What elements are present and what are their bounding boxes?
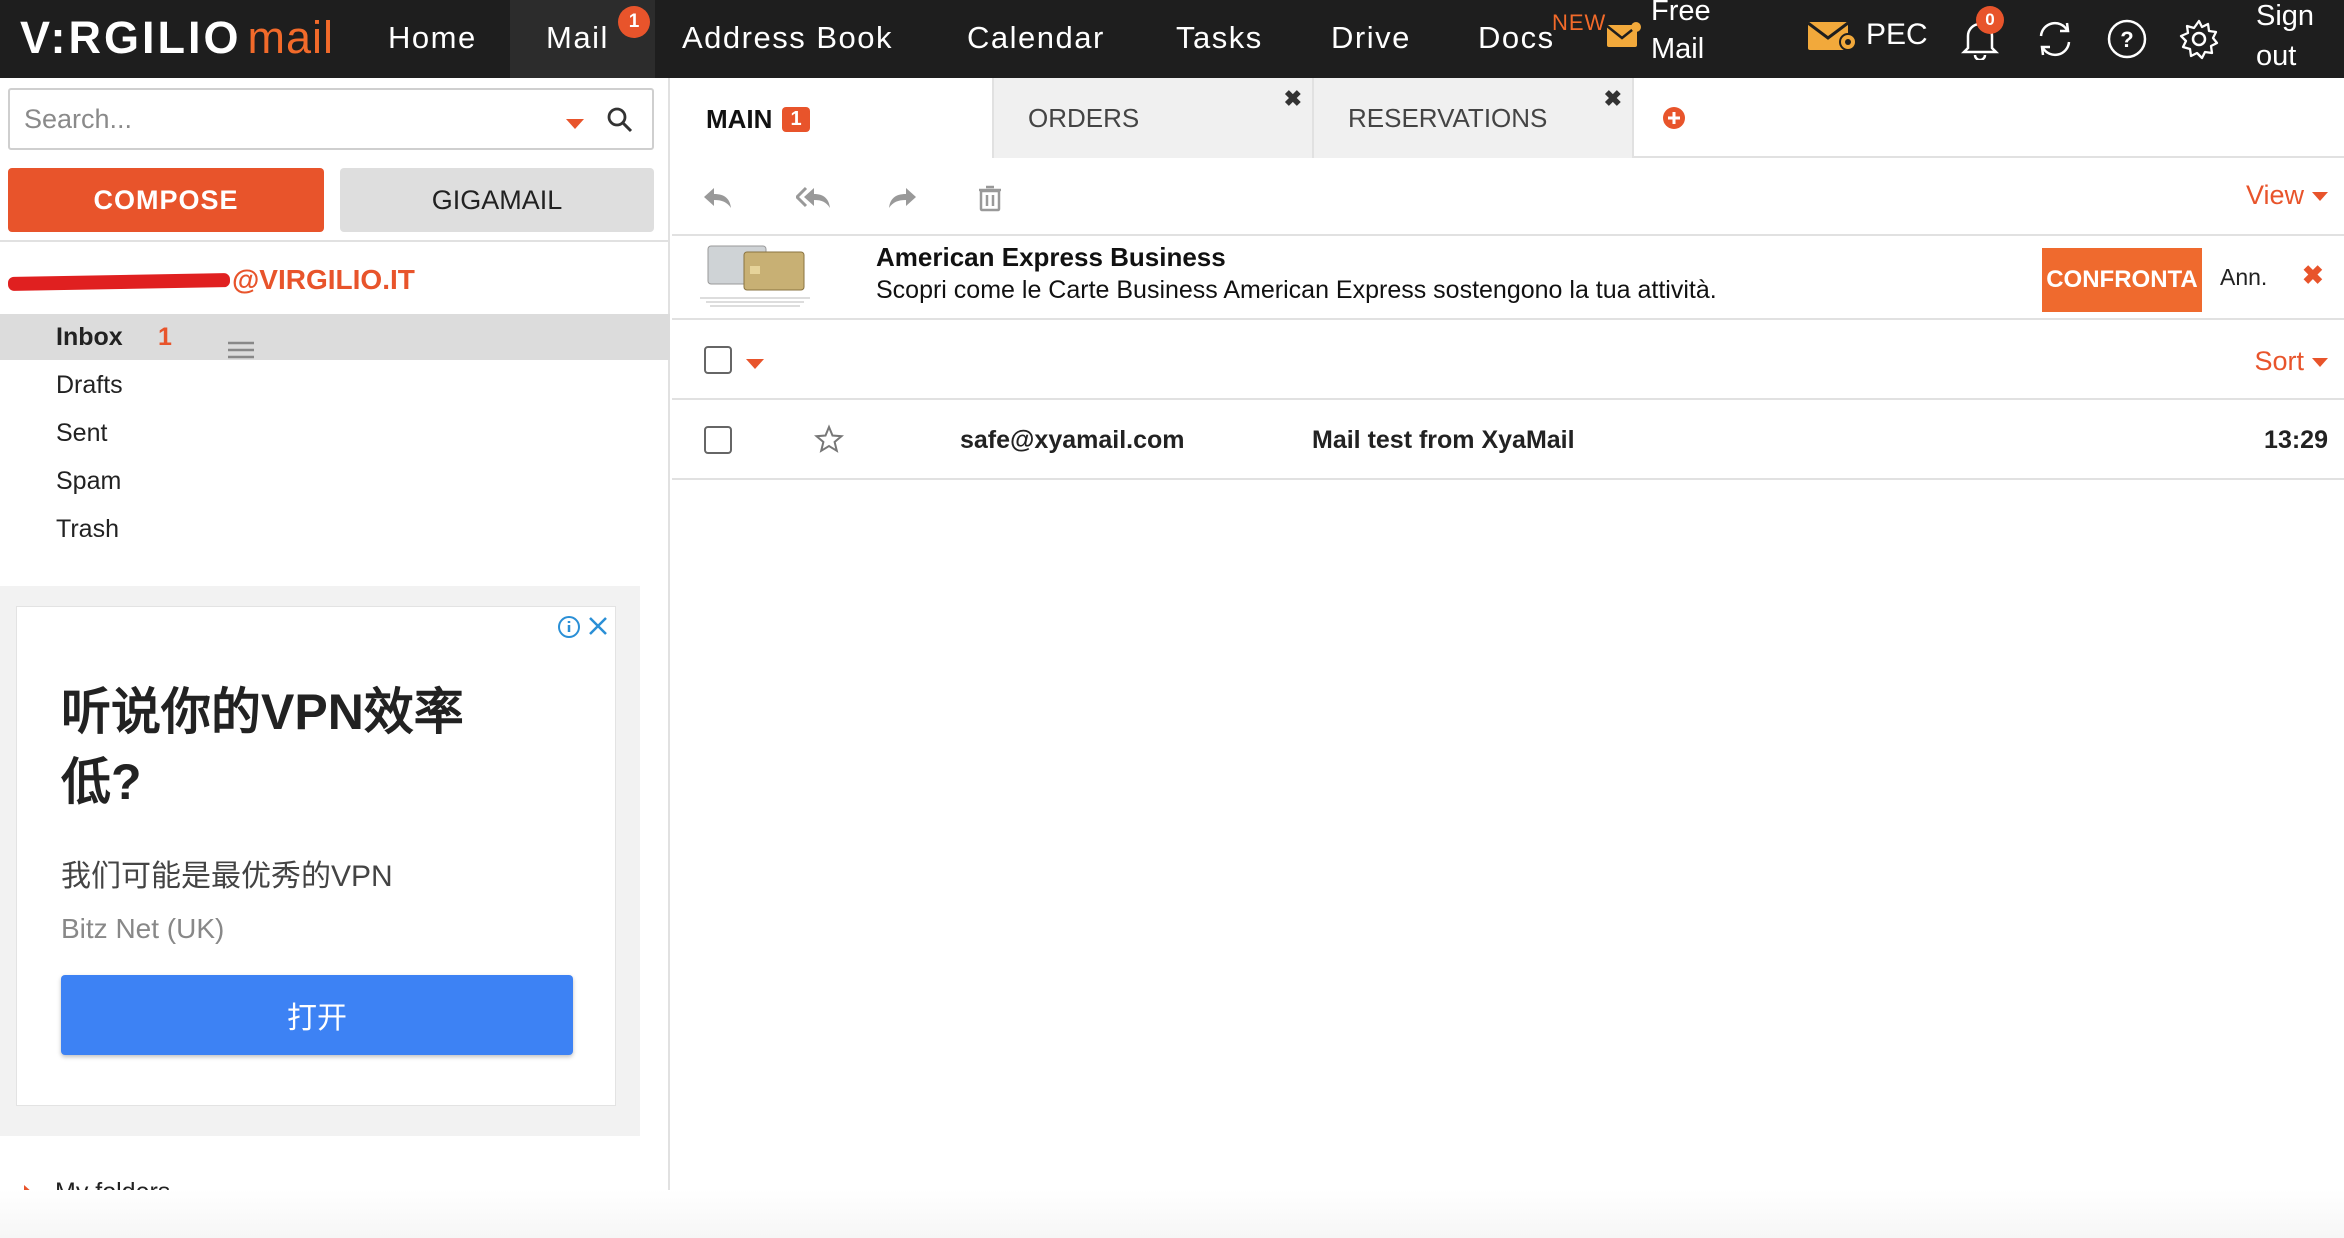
folder-trash[interactable]: Trash — [0, 506, 670, 552]
logo-text: V:RGILIO — [20, 12, 242, 63]
message-toolbar: View — [672, 160, 2344, 236]
redacted-username-mark — [7, 272, 231, 291]
message-list-header: Sort — [672, 322, 2344, 400]
settings-gear-icon[interactable] — [2178, 18, 2220, 60]
notifications-count-badge: 0 — [1976, 6, 2004, 34]
sort-dropdown[interactable]: Sort — [2254, 346, 2328, 377]
reply-icon[interactable] — [702, 184, 734, 212]
star-icon[interactable] — [813, 424, 845, 461]
tab-label: RESERVATIONS — [1348, 102, 1548, 133]
free-mail-plus-link[interactable]: Free Mail Plus — [1651, 0, 1741, 70]
nav-calendar[interactable]: Calendar — [967, 20, 1105, 56]
search-box — [8, 88, 654, 150]
search-options-chevron-down-icon[interactable] — [566, 116, 584, 134]
folder-drafts[interactable]: Drafts — [0, 362, 670, 408]
tab-main[interactable]: MAIN 1 — [672, 78, 992, 160]
folder-label: Drafts — [56, 371, 123, 399]
ad-open-button[interactable]: 打开 — [61, 975, 573, 1055]
nav-home[interactable]: Home — [388, 20, 477, 56]
tab-divider — [1632, 78, 1634, 158]
folder-sent[interactable]: Sent — [0, 410, 670, 456]
account-address[interactable]: @VIRGILIO.IT — [7, 264, 415, 296]
nav-tasks[interactable]: Tasks — [1176, 20, 1263, 56]
tab-reservations[interactable]: RESERVATIONS ✖ — [1312, 78, 1632, 158]
ad-close-icon[interactable] — [587, 615, 609, 644]
folder-label: Spam — [56, 467, 122, 495]
nav-drive[interactable]: Drive — [1331, 20, 1411, 56]
view-label: View — [2245, 180, 2304, 210]
folder-spam[interactable]: Spam — [0, 458, 670, 504]
view-dropdown[interactable]: View — [2246, 180, 2328, 211]
tab-orders[interactable]: ORDERS ✖ — [992, 78, 1312, 158]
pec-certified-mail-icon[interactable] — [1806, 16, 1860, 56]
message-time: 13:29 — [2264, 426, 2328, 454]
confronta-button[interactable]: CONFRONTA — [2042, 248, 2202, 312]
account-domain: @VIRGILIO.IT — [232, 264, 415, 295]
inbox-unread-count: 1 — [158, 323, 172, 351]
nav-address-book[interactable]: Address Book — [682, 20, 893, 56]
ad-message-description: Scopri come le Carte Business American E… — [876, 276, 1717, 304]
category-tabs: MAIN 1 ORDERS ✖ RESERVATIONS ✖ — [672, 78, 2344, 160]
sidebar-ad-panel: 听说你的VPN效率低? 我们可能是最优秀的VPN Bitz Net (UK) 打… — [0, 586, 640, 1136]
vpn-ad-card[interactable]: 听说你的VPN效率低? 我们可能是最优秀的VPN Bitz Net (UK) 打… — [16, 606, 616, 1106]
message-select-checkbox[interactable] — [704, 426, 732, 454]
add-tab-plus-icon[interactable] — [1662, 106, 1686, 135]
folder-label: Sent — [56, 419, 108, 447]
main-content: MAIN 1 ORDERS ✖ RESERVATIONS ✖ View Amer… — [672, 78, 2344, 1238]
tab-label: MAIN — [706, 103, 773, 134]
refresh-icon[interactable] — [2034, 18, 2076, 60]
search-icon[interactable] — [606, 106, 634, 139]
ad-message-sender: American Express Business — [876, 242, 1226, 272]
bottom-fade — [0, 1190, 2344, 1238]
folder-menu-icon[interactable] — [228, 328, 254, 359]
logo-mail-text: mail — [247, 12, 335, 63]
delete-trash-icon[interactable] — [978, 184, 1002, 212]
amex-card-thumbnail-icon — [700, 242, 820, 312]
folder-label: Trash — [56, 515, 119, 543]
nav-mail[interactable]: Mail — [546, 20, 609, 56]
reply-all-icon[interactable] — [794, 184, 832, 212]
tab-unread-badge: 1 — [782, 106, 810, 132]
sidebar-divider — [0, 240, 670, 242]
ad-close-icon[interactable]: ✖ — [2302, 260, 2324, 291]
select-all-checkbox[interactable] — [704, 346, 732, 374]
ad-headline: 听说你的VPN效率低? — [61, 684, 464, 810]
ad-advertiser: Bitz Net (UK) — [61, 913, 225, 944]
forward-icon[interactable] — [886, 184, 918, 212]
pec-label[interactable]: PEC — [1866, 18, 1928, 52]
virgilio-mail-logo[interactable]: V:RGILIO mail — [20, 12, 334, 64]
sort-chevron-down-icon — [2312, 358, 2328, 368]
tab-close-icon[interactable]: ✖ — [1284, 86, 1302, 112]
folder-label: Inbox — [56, 323, 123, 351]
tab-close-icon[interactable]: ✖ — [1604, 86, 1622, 112]
message-sender: safe@xyamail.com — [960, 426, 1185, 454]
search-input[interactable] — [24, 100, 544, 138]
compose-button[interactable]: COMPOSE — [8, 168, 324, 232]
ad-info-icon[interactable] — [557, 615, 581, 646]
folder-inbox[interactable]: Inbox 1 — [0, 314, 670, 360]
view-chevron-down-icon — [2312, 192, 2328, 202]
message-subject: Mail test from XyaMail — [1312, 426, 1575, 454]
gigamail-button[interactable]: GIGAMAIL — [340, 168, 654, 232]
sponsored-message-row[interactable]: American Express Business Scopri come le… — [672, 236, 2344, 320]
sign-out-link[interactable]: Sign out — [2256, 0, 2336, 76]
help-icon[interactable]: ? — [2106, 18, 2148, 60]
ad-subtitle: 我们可能是最优秀的VPN — [61, 860, 393, 893]
top-navigation-bar: V:RGILIO mail Home Mail 1 Address Book Ca… — [0, 0, 2344, 78]
sidebar: COMPOSE GIGAMAIL @VIRGILIO.IT Inbox 1 Dr… — [0, 78, 670, 1238]
svg-text:?: ? — [2120, 27, 2133, 52]
nav-docs[interactable]: Docs — [1478, 20, 1555, 56]
docs-new-tag: NEW — [1552, 10, 1607, 35]
select-options-chevron-down-icon[interactable] — [746, 356, 764, 374]
tab-label: ORDERS — [1028, 102, 1140, 133]
ad-label: Ann. — [2220, 264, 2268, 290]
sort-label: Sort — [2254, 346, 2304, 376]
free-mail-envelope-icon[interactable] — [1606, 20, 1642, 52]
message-row[interactable]: safe@xyamail.com Mail test from XyaMail … — [672, 402, 2344, 480]
mail-unread-badge: 1 — [618, 6, 650, 38]
